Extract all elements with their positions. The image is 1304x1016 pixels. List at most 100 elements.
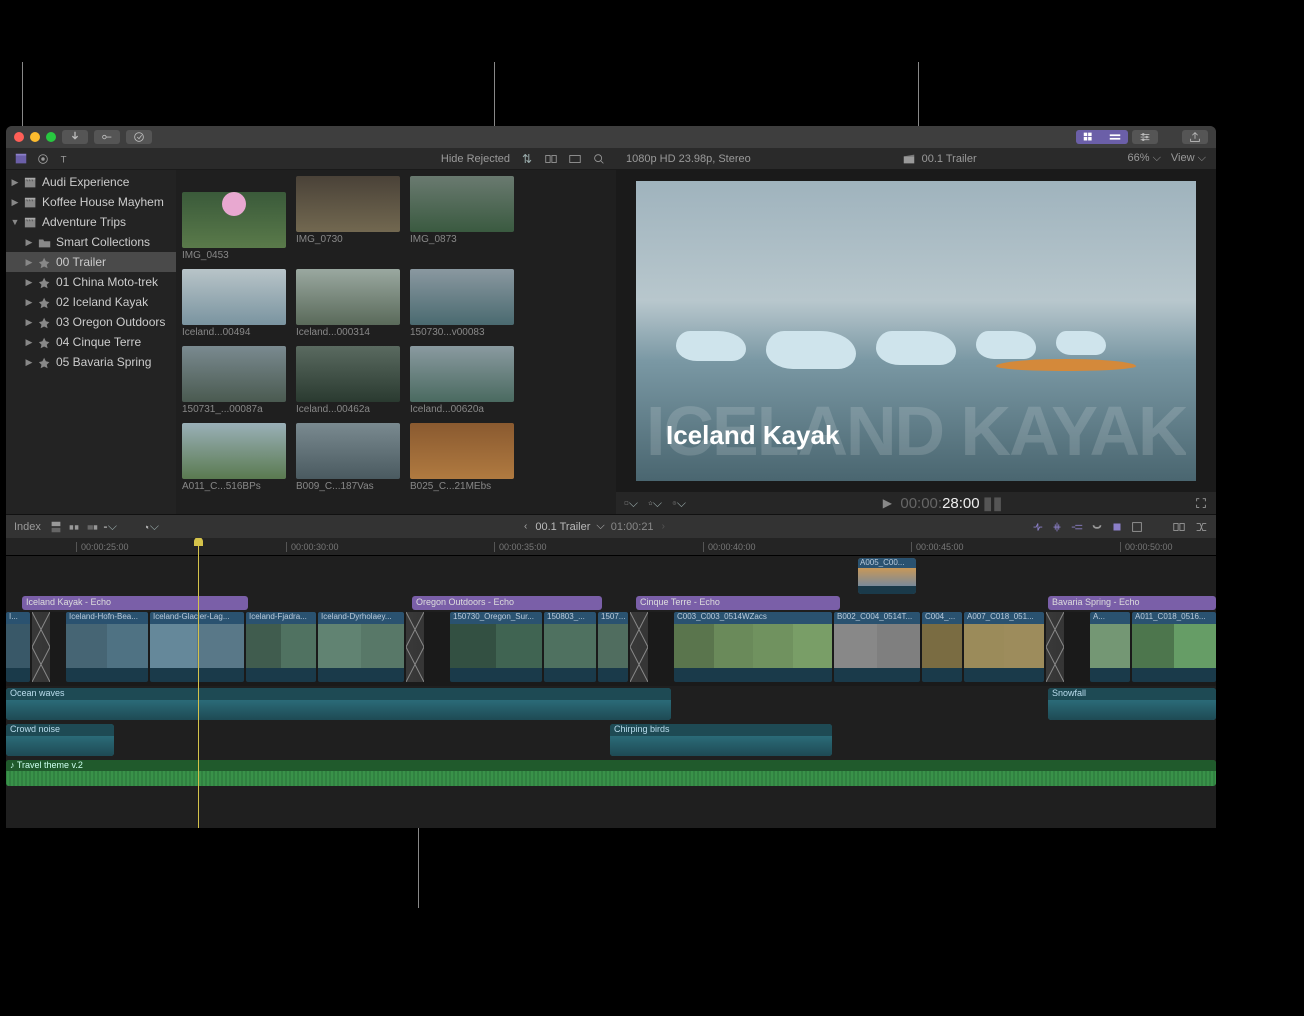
connected-clip[interactable]: A005_C00... (858, 558, 916, 594)
select-tool-icon[interactable]: ⌵ (145, 520, 159, 534)
overwrite-clip-icon[interactable]: ⌵ (103, 520, 117, 534)
video-clip[interactable]: 1507... (598, 612, 628, 682)
music-clip[interactable]: ♪ Travel theme v.2 (6, 760, 1216, 786)
video-clip[interactable]: C003_C003_0514WZacs (674, 612, 832, 682)
sidebar-item-01-china-moto-trek[interactable]: ▶01 China Moto-trek (6, 272, 176, 292)
zoom-level[interactable]: 66% ⌵ (1127, 152, 1160, 165)
timeline[interactable]: 00:00:25:0000:00:30:0000:00:35:0000:00:4… (6, 538, 1216, 828)
browser-clip[interactable]: Iceland...00620a (410, 346, 514, 415)
browser-clip[interactable]: A011_C...516BPs (182, 423, 286, 492)
libraries-icon[interactable] (14, 152, 28, 166)
browser-clip[interactable]: 150731_...00087a (182, 346, 286, 415)
sidebar-item-03-oregon-outdoors[interactable]: ▶03 Oregon Outdoors (6, 312, 176, 332)
clip-browser[interactable]: IMG_0453IMG_0730IMG_0873Iceland...00494I… (176, 170, 616, 514)
video-clip[interactable]: Iceland-Hofn-Bea... (66, 612, 148, 682)
append-clip-icon[interactable] (85, 520, 99, 534)
audio-skimming-icon[interactable] (1050, 520, 1064, 534)
viewer-canvas[interactable]: ICELAND KAYAK Iceland Kayak (616, 170, 1216, 492)
timeline-project-name[interactable]: 00.1 Trailer (535, 521, 590, 533)
zoom-icon[interactable] (46, 132, 56, 142)
browser-clip[interactable]: IMG_0453 (182, 176, 286, 261)
video-clip[interactable]: B002_C004_0514T... (834, 612, 920, 682)
video-clip[interactable]: 150803_... (544, 612, 596, 682)
transition[interactable] (630, 612, 648, 682)
snapping-icon[interactable] (1090, 520, 1104, 534)
browser-clip[interactable]: Iceland...00462a (296, 346, 400, 415)
browser-clip[interactable]: Iceland...000314 (296, 269, 400, 338)
browser-clip[interactable]: B009_C...187Vas (296, 423, 400, 492)
video-clip[interactable]: A... (1090, 612, 1130, 682)
view-menu[interactable]: View ⌵ (1171, 152, 1206, 165)
audio-clip[interactable]: Ocean waves (6, 688, 671, 720)
timeline-fwd-icon[interactable]: › (662, 521, 665, 532)
minimize-icon[interactable] (30, 132, 40, 142)
video-clip[interactable]: Iceland-Fjadra... (246, 612, 316, 682)
timeline-ruler[interactable]: 00:00:25:0000:00:30:0000:00:35:0000:00:4… (6, 538, 1216, 556)
insert-clip-icon[interactable] (67, 520, 81, 534)
sidebar-item-audi-experience[interactable]: ▶Audi Experience (6, 172, 176, 192)
transition[interactable] (32, 612, 50, 682)
video-clip[interactable]: Iceland-Dyrholaey... (318, 612, 404, 682)
show-timeline-button[interactable] (1102, 130, 1128, 144)
share-button[interactable] (1182, 130, 1208, 144)
background-tasks-button[interactable] (126, 130, 152, 144)
fullscreen-icon[interactable] (1194, 496, 1208, 510)
video-clip[interactable]: 150730_Oregon_Sur... (450, 612, 542, 682)
browser-clip[interactable]: 150730...v00083 (410, 269, 514, 338)
filter-popup[interactable]: Hide Rejected (441, 153, 510, 165)
browser-clip[interactable]: B025_C...21MEbs (410, 423, 514, 492)
skimming-icon[interactable] (1030, 520, 1044, 534)
transition[interactable] (1046, 612, 1064, 682)
video-clip[interactable]: A011_C018_0516... (1132, 612, 1216, 682)
library-sidebar[interactable]: ▶Audi Experience▶Koffee House Mayhem▼Adv… (6, 170, 176, 514)
save-icon[interactable] (1130, 520, 1144, 534)
video-clip[interactable]: A007_C018_051... (964, 612, 1044, 682)
audio-clip[interactable]: Snowfall (1048, 688, 1216, 720)
browser-clip[interactable]: IMG_0730 (296, 176, 400, 261)
transitions-browser-icon[interactable] (1194, 520, 1208, 534)
video-clip[interactable]: Iceland-Glacier-Lag... (150, 612, 244, 682)
keyword-button[interactable] (94, 130, 120, 144)
browser-clip[interactable]: Iceland...00494 (182, 269, 286, 338)
title-clip[interactable]: Bavaria Spring - Echo (1048, 596, 1216, 610)
show-inspector-button[interactable] (1132, 130, 1158, 144)
lib-icon (24, 176, 38, 188)
playhead[interactable] (198, 538, 199, 828)
audio-clip[interactable]: Crowd noise (6, 724, 114, 756)
retime-icon[interactable]: ⌵ (672, 496, 686, 510)
close-icon[interactable] (14, 132, 24, 142)
title-clip[interactable]: Iceland Kayak - Echo (22, 596, 248, 610)
clip-appearance-icon[interactable] (544, 152, 558, 166)
index-button[interactable]: Index (14, 521, 41, 533)
transform-icon[interactable]: ⌵ (624, 496, 638, 510)
connect-clip-icon[interactable] (49, 520, 63, 534)
search-icon[interactable] (592, 152, 606, 166)
sidebar-item-05-bavaria-spring[interactable]: ▶05 Bavaria Spring (6, 352, 176, 372)
timeline-back-icon[interactable]: ‹ (524, 521, 527, 532)
enhance-icon[interactable]: ⌵ (648, 496, 662, 510)
audio-clip[interactable]: Chirping birds (610, 724, 832, 756)
sidebar-item-04-cinque-terre[interactable]: ▶04 Cinque Terre (6, 332, 176, 352)
sidebar-item-smart-collections[interactable]: ▶Smart Collections (6, 232, 176, 252)
sidebar-item-adventure-trips[interactable]: ▼Adventure Trips (6, 212, 176, 232)
sidebar-item-02-iceland-kayak[interactable]: ▶02 Iceland Kayak (6, 292, 176, 312)
audio-meter-icon[interactable]: ▮▮ (986, 496, 1000, 510)
title-clip[interactable]: Cinque Terre - Echo (636, 596, 840, 610)
transition[interactable] (406, 612, 424, 682)
import-button[interactable] (62, 130, 88, 144)
sidebar-item-koffee-house-mayhem[interactable]: ▶Koffee House Mayhem (6, 192, 176, 212)
titles-generators-icon[interactable]: T (58, 152, 72, 166)
photos-icon[interactable] (36, 152, 50, 166)
effects-browser-icon[interactable] (1172, 520, 1186, 534)
video-clip[interactable]: C004_... (922, 612, 962, 682)
solo-icon[interactable] (1070, 520, 1084, 534)
play-icon[interactable]: ▶ (880, 496, 894, 510)
show-browser-button[interactable] (1076, 130, 1102, 144)
tool-icon[interactable] (1110, 520, 1124, 534)
title-clip[interactable]: Oregon Outdoors - Echo (412, 596, 602, 610)
sidebar-item-00-trailer[interactable]: ▶00 Trailer (6, 252, 176, 272)
browser-clip[interactable]: IMG_0873 (410, 176, 514, 261)
video-clip[interactable]: I... (6, 612, 30, 682)
filmstrip-icon[interactable] (568, 152, 582, 166)
updown-icon[interactable]: ⇅ (520, 152, 534, 166)
